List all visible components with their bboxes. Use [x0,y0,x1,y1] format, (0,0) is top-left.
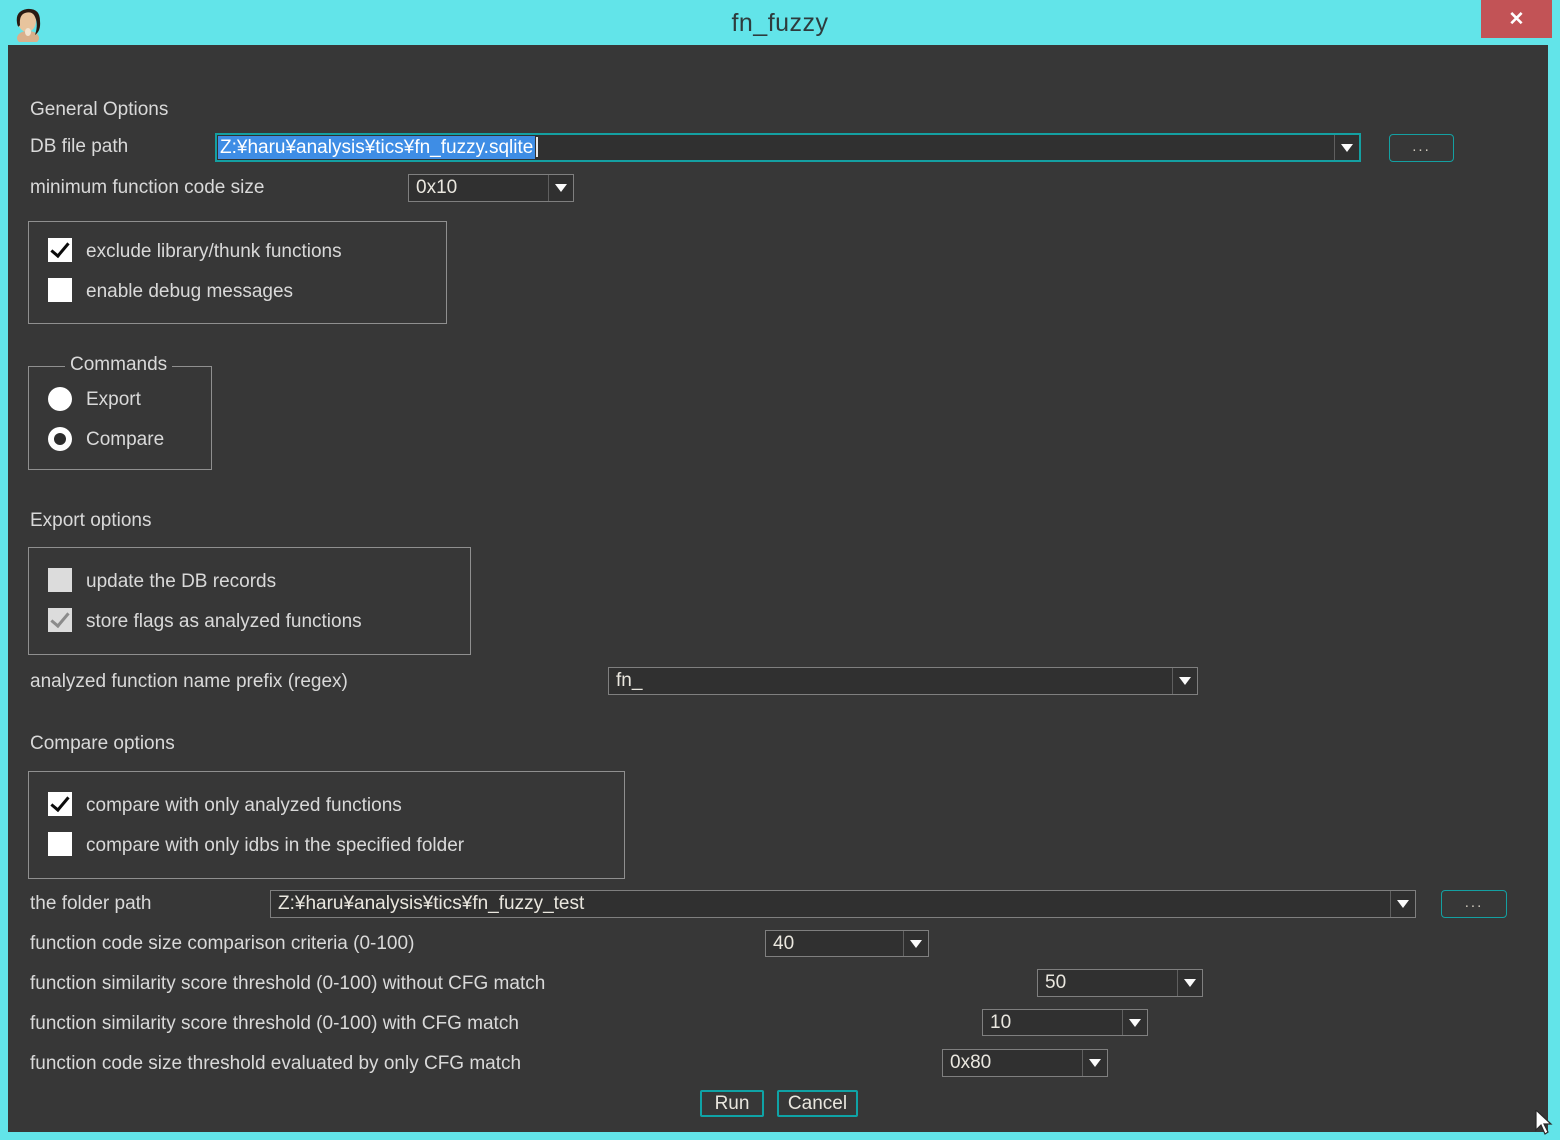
mouse-cursor-icon [1534,1110,1556,1136]
checkbox-update-db-records-label: update the DB records [86,571,276,593]
code-size-cfg-only-dropdown[interactable]: 0x80 [942,1049,1108,1077]
code-size-criteria-dropdown-button[interactable] [903,931,928,956]
prefix-regex-combobox[interactable]: fn_ [608,667,1198,695]
db-file-path-label: DB file path [30,136,128,158]
radio-compare-label[interactable]: Compare [86,429,164,451]
checkbox-store-flags-label: store flags as analyzed functions [86,611,362,633]
radio-compare[interactable] [48,427,72,451]
code-size-criteria-dropdown[interactable]: 40 [765,930,929,957]
folder-path-dropdown-button[interactable] [1390,891,1415,917]
checkbox-compare-analyzed-only-label[interactable]: compare with only analyzed functions [86,795,402,817]
close-icon: ✕ [1509,8,1525,31]
checkbox-compare-idbs-folder-label[interactable]: compare with only idbs in the specified … [86,835,464,857]
similarity-with-cfg-dropdown[interactable]: 10 [982,1009,1148,1036]
prefix-regex-value: fn_ [616,670,642,692]
similarity-without-cfg-dropdown-button[interactable] [1177,970,1202,996]
checkbox-enable-debug[interactable] [48,278,72,302]
code-size-criteria-label: function code size comparison criteria (… [30,933,414,955]
checkbox-enable-debug-label[interactable]: enable debug messages [86,281,293,303]
window-title: fn_fuzzy [0,9,1560,38]
min-func-code-size-value: 0x10 [416,177,457,199]
run-button[interactable]: Run [700,1090,764,1117]
checkbox-store-flags [48,608,72,632]
similarity-without-cfg-label: function similarity score threshold (0-1… [30,973,545,995]
radio-export-label[interactable]: Export [86,389,141,411]
db-file-path-selected-text: Z:¥haru¥analysis¥tics¥fn_fuzzy.sqlite [218,136,535,159]
chevron-down-icon [1397,900,1409,908]
similarity-with-cfg-value: 10 [990,1012,1011,1034]
folder-path-value: Z:¥haru¥analysis¥tics¥fn_fuzzy_test [278,893,584,915]
radio-export[interactable] [48,387,72,411]
text-caret [536,137,538,157]
general-checkbox-group [28,221,447,324]
similarity-without-cfg-value: 50 [1045,972,1066,994]
code-size-criteria-value: 40 [773,933,794,955]
db-file-path-browse-button[interactable]: ... [1389,134,1454,162]
checkbox-compare-analyzed-only[interactable] [48,792,72,816]
min-func-code-size-dropdown-button[interactable] [548,175,573,201]
db-file-path-combobox[interactable]: Z:¥haru¥analysis¥tics¥fn_fuzzy.sqlite [215,133,1361,162]
commands-group: Commands [28,366,212,470]
similarity-with-cfg-label: function similarity score threshold (0-1… [30,1013,519,1035]
chevron-down-icon [1179,677,1191,685]
export-options-group [28,547,471,655]
checkbox-exclude-library-thunk[interactable] [48,238,72,262]
code-size-cfg-only-label: function code size threshold evaluated b… [30,1053,521,1075]
general-options-heading: General Options [30,99,168,121]
cancel-button[interactable]: Cancel [777,1090,858,1117]
db-file-path-dropdown-button[interactable] [1334,135,1359,160]
min-func-code-size-label: minimum function code size [30,177,264,199]
prefix-regex-dropdown-button[interactable] [1172,668,1197,694]
compare-options-heading: Compare options [30,733,175,755]
close-button[interactable]: ✕ [1481,0,1552,38]
chevron-down-icon [555,184,567,192]
similarity-with-cfg-dropdown-button[interactable] [1122,1010,1147,1035]
titlebar[interactable]: fn_fuzzy ✕ [0,0,1560,45]
export-options-heading: Export options [30,510,151,532]
commands-group-legend: Commands [65,354,172,376]
min-func-code-size-dropdown[interactable]: 0x10 [408,174,574,202]
chevron-down-icon [1184,979,1196,987]
similarity-without-cfg-dropdown[interactable]: 50 [1037,969,1203,997]
db-file-path-value: Z:¥haru¥analysis¥tics¥fn_fuzzy.sqlite [218,137,538,159]
folder-path-browse-button[interactable]: ... [1441,890,1507,918]
checkbox-compare-idbs-folder[interactable] [48,832,72,856]
compare-options-group [28,771,625,879]
code-size-cfg-only-value: 0x80 [950,1052,991,1074]
fn-fuzzy-dialog: fn_fuzzy ✕ General Options DB file path … [0,0,1560,1140]
prefix-regex-label: analyzed function name prefix (regex) [30,671,348,693]
checkbox-exclude-library-thunk-label[interactable]: exclude library/thunk functions [86,241,342,263]
chevron-down-icon [1089,1059,1101,1067]
folder-path-label: the folder path [30,893,151,915]
chevron-down-icon [910,940,922,948]
checkbox-update-db-records [48,568,72,592]
chevron-down-icon [1129,1019,1141,1027]
code-size-cfg-only-dropdown-button[interactable] [1082,1050,1107,1076]
folder-path-combobox[interactable]: Z:¥haru¥analysis¥tics¥fn_fuzzy_test [270,890,1416,918]
chevron-down-icon [1341,144,1353,152]
